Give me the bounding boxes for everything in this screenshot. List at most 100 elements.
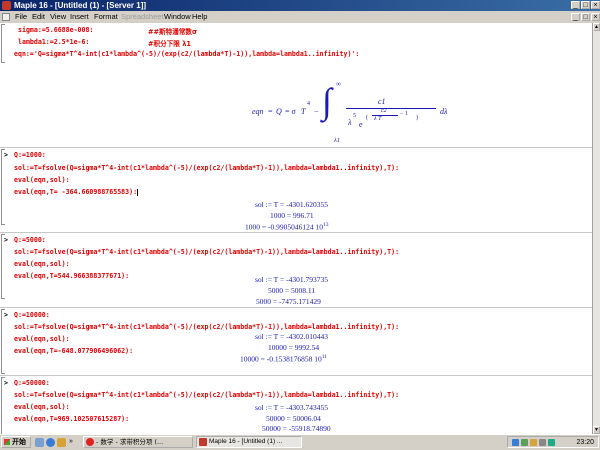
input-eval-sol[interactable]: eval(eqn,sol): bbox=[14, 403, 70, 411]
input-eval-T[interactable]: eval(eqn,T=969.102507615287): bbox=[14, 415, 129, 423]
input-eval-T[interactable]: eval(eqn,T=-648.077906496062): bbox=[14, 347, 133, 355]
tray-app-icon[interactable] bbox=[521, 439, 528, 446]
windows-flag-icon bbox=[4, 439, 10, 445]
eq-lambdaT: λ T bbox=[374, 116, 382, 122]
output-eval-T-mantissa: 1000 = -0.9905046124 10 bbox=[245, 222, 323, 232]
output-eval-sol: 50000 = 50006.04 bbox=[266, 414, 321, 423]
taskbar-task-browser[interactable]: - 数学 - 求带积分项 (... bbox=[83, 436, 193, 448]
doc-minimize-button[interactable]: _ bbox=[571, 13, 580, 21]
eq-minus: − bbox=[314, 107, 319, 116]
eq-sign-2: = σ bbox=[285, 107, 296, 116]
title-bar[interactable]: Maple 16 - [Untitled (1) - [Server 1]] _… bbox=[0, 0, 600, 11]
prompt: > bbox=[4, 311, 8, 319]
close-button[interactable]: × bbox=[591, 1, 600, 9]
tray-ime-icon[interactable] bbox=[548, 439, 555, 446]
input-lambda1[interactable]: lambda1:=2.5*1e-6: bbox=[18, 38, 89, 46]
comment-lambda1: #积分下限 λ1 bbox=[148, 40, 191, 48]
tray-network-icon[interactable] bbox=[512, 439, 519, 446]
taskbar-task-maple[interactable]: Maple 16 - [Untitled (1) ... bbox=[196, 436, 302, 448]
output-eval-T: 50000 = -55918.74890 bbox=[262, 424, 331, 433]
output-sol: sol := T = -4303.743455 bbox=[255, 403, 328, 412]
quicklaunch-more-icon[interactable]: » bbox=[69, 438, 73, 445]
eq-sign-1: = bbox=[268, 107, 273, 116]
taskbar-clock[interactable]: 23:20 bbox=[576, 437, 594, 448]
input-Q[interactable]: Q:=1000: bbox=[14, 151, 46, 159]
eq-close-paren: ) bbox=[416, 115, 418, 121]
task-label: Maple 16 - [Untitled (1) ... bbox=[209, 438, 283, 445]
menu-spreadsheet[interactable]: Spreadsheet bbox=[121, 11, 164, 23]
input-sol[interactable]: sol:=T=fsolve(Q=sigma*T^4-int(c1*lambda^… bbox=[14, 391, 399, 399]
prompt: > bbox=[4, 379, 8, 387]
browser-task-icon bbox=[86, 438, 94, 446]
output-eval-sol: 5000 = 5008.11 bbox=[268, 286, 316, 295]
maple-app-icon[interactable] bbox=[2, 1, 11, 10]
menu-edit[interactable]: Edit bbox=[32, 11, 45, 23]
input-eval-sol[interactable]: eval(eqn,sol): bbox=[14, 335, 70, 343]
task-label: - 数学 - 求带积分项 (... bbox=[96, 438, 164, 446]
input-sol[interactable]: sol:=T=fsolve(Q=sigma*T^4-int(c1*lambda^… bbox=[14, 164, 399, 172]
menu-help[interactable]: Help bbox=[192, 11, 207, 23]
output-eval-sol: 10000 = 9992.54 bbox=[268, 343, 320, 352]
scroll-down-arrow-icon[interactable]: ▼ bbox=[593, 426, 600, 434]
menu-file[interactable]: File bbox=[15, 11, 27, 23]
input-eval-T[interactable]: eval(eqn,T=544.966388377671): bbox=[14, 272, 129, 280]
eq-T: T bbox=[301, 107, 306, 116]
input-Q[interactable]: Q:=10000: bbox=[14, 311, 50, 319]
output-sol: sol := T = -4301.793735 bbox=[255, 275, 328, 284]
input-eval-T[interactable]: eval(eqn,T= -364.660988765583): bbox=[14, 188, 139, 196]
start-label: 开始 bbox=[12, 438, 26, 446]
start-button[interactable]: 开始 bbox=[1, 436, 31, 448]
maple-task-icon bbox=[199, 438, 207, 446]
eq-dlambda: dλ bbox=[440, 107, 448, 116]
input-sigma[interactable]: sigma:=5.6688e-008: bbox=[18, 26, 93, 34]
menu-bar: File Edit View Insert Format Spreadsheet… bbox=[0, 11, 600, 23]
document-icon[interactable] bbox=[2, 13, 10, 21]
eq-exp4: 4 bbox=[307, 101, 310, 107]
eq-Q: Q bbox=[276, 107, 282, 116]
eq-lambda: λ bbox=[348, 118, 352, 127]
output-eval-T: 1000 = -0.9905046124 1013 bbox=[245, 222, 328, 232]
output-eval-T-exponent: 11 bbox=[321, 354, 328, 360]
output-sol: sol := T = -4302.010443 bbox=[255, 332, 328, 341]
worksheet[interactable]: sigma:=5.6688e-008: ##斯特潘常数σ lambda1:=2.… bbox=[0, 23, 592, 434]
eq-minus-one: − 1 bbox=[400, 111, 408, 117]
input-eval-T-text: eval(eqn,T= -364.660988765583): bbox=[14, 188, 138, 196]
execution-group-bracket[interactable] bbox=[1, 24, 5, 63]
input-sol[interactable]: sol:=T=fsolve(Q=sigma*T^4-int(c1*lambda^… bbox=[14, 248, 399, 256]
text-cursor bbox=[137, 188, 139, 196]
eq-open-paren: ( bbox=[366, 115, 368, 121]
quicklaunch-folder-icon[interactable] bbox=[57, 438, 66, 447]
eq-lower-limit: λ1 bbox=[334, 137, 341, 144]
input-Q[interactable]: Q:=5000: bbox=[14, 236, 46, 244]
doc-restore-button[interactable]: □ bbox=[581, 13, 590, 21]
scroll-up-arrow-icon[interactable]: ▲ bbox=[593, 23, 600, 31]
menu-insert[interactable]: Insert bbox=[70, 11, 89, 23]
input-sol[interactable]: sol:=T=fsolve(Q=sigma*T^4-int(c1*lambda^… bbox=[14, 323, 399, 331]
output-eval-sol: 1000 = 996.71 bbox=[270, 211, 314, 220]
prompt: > bbox=[4, 151, 8, 159]
menu-window[interactable]: Window bbox=[164, 11, 191, 23]
block1-bracket[interactable] bbox=[1, 149, 5, 225]
menu-format[interactable]: Format bbox=[94, 11, 118, 23]
maximize-button[interactable]: □ bbox=[581, 1, 590, 9]
tray-volume-icon[interactable] bbox=[530, 439, 537, 446]
input-eval-sol[interactable]: eval(eqn,sol): bbox=[14, 260, 70, 268]
input-eval-sol[interactable]: eval(eqn,sol): bbox=[14, 176, 70, 184]
quicklaunch-ie-icon[interactable] bbox=[46, 438, 55, 447]
menu-view[interactable]: View bbox=[50, 11, 66, 23]
doc-close-button[interactable]: × bbox=[591, 13, 600, 21]
comment-sigma: ##斯特潘常数σ bbox=[148, 28, 198, 36]
input-Q[interactable]: Q:=50000: bbox=[14, 379, 50, 387]
eq-exp5: 5 bbox=[353, 113, 356, 119]
minimize-button[interactable]: _ bbox=[571, 1, 580, 9]
tray-security-icon[interactable] bbox=[539, 439, 546, 446]
system-tray: 23:20 bbox=[507, 436, 599, 448]
output-eval-T: 5000 = -7475.171429 bbox=[256, 297, 321, 306]
eq-upper-limit: ∞ bbox=[336, 80, 341, 88]
quicklaunch-desktop-icon[interactable] bbox=[35, 438, 44, 447]
vertical-scrollbar[interactable]: ▲ ▼ bbox=[592, 23, 600, 434]
prompt: > bbox=[4, 236, 8, 244]
eq-lhs: eqn bbox=[252, 107, 264, 116]
input-eqn[interactable]: eqn:='Q=sigma*T^4-int(c1*lambda^(-5)/(ex… bbox=[14, 50, 359, 58]
eq-c1: c1 bbox=[378, 97, 386, 106]
